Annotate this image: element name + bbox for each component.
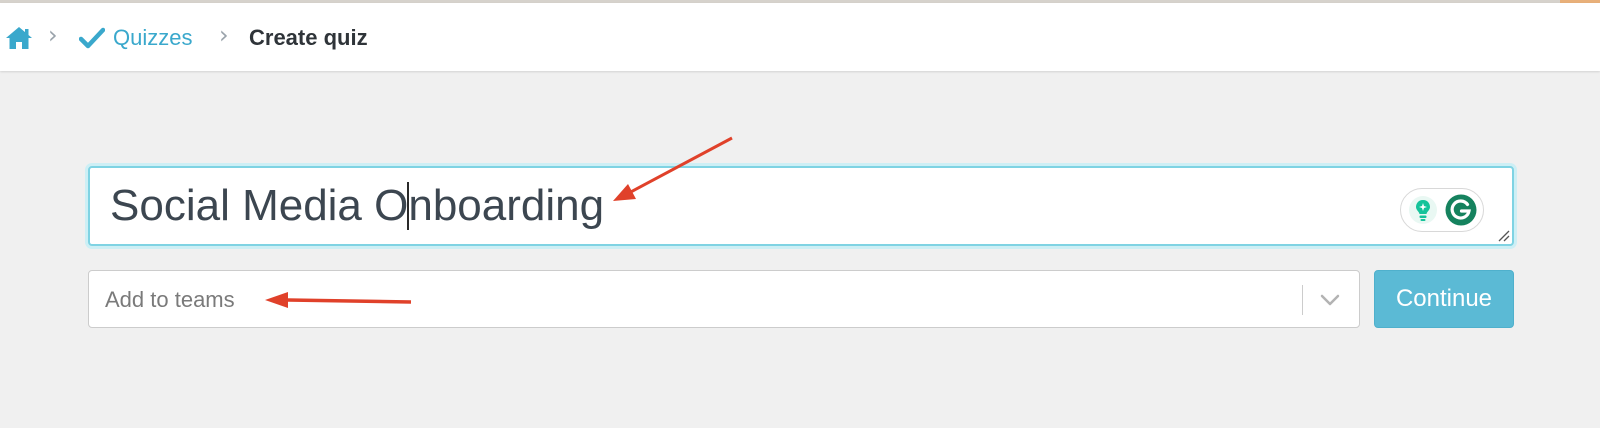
quiz-title-value: Social Media Onboarding: [110, 178, 604, 234]
grammarly-icon[interactable]: [1444, 193, 1478, 227]
resize-handle-icon[interactable]: [1496, 228, 1510, 242]
continue-button[interactable]: Continue: [1374, 270, 1514, 328]
quiz-title-after-caret: nboarding: [408, 181, 605, 230]
check-icon: [79, 27, 105, 49]
chevron-down-icon[interactable]: [1319, 291, 1341, 309]
breadcrumb-separator: ›: [219, 21, 229, 49]
home-icon[interactable]: [4, 25, 34, 51]
add-to-teams-select[interactable]: Add to teams: [88, 270, 1360, 328]
text-caret: [407, 182, 410, 231]
select-divider: [1302, 285, 1303, 315]
quiz-title-before-caret: Social Media O: [110, 181, 409, 230]
teams-placeholder: Add to teams: [105, 287, 235, 312]
breadcrumb-quizzes-link[interactable]: Quizzes: [79, 23, 192, 53]
breadcrumb-separator: ›: [48, 21, 58, 49]
lightbulb-icon[interactable]: [1406, 193, 1440, 227]
breadcrumb-bar: › Quizzes › Create quiz: [0, 3, 1600, 71]
breadcrumb-current: Create quiz: [249, 25, 368, 50]
grammarly-widget[interactable]: [1400, 188, 1484, 232]
quiz-title-input[interactable]: Social Media Onboarding: [88, 166, 1514, 246]
breadcrumb-quizzes-label: Quizzes: [113, 25, 193, 50]
